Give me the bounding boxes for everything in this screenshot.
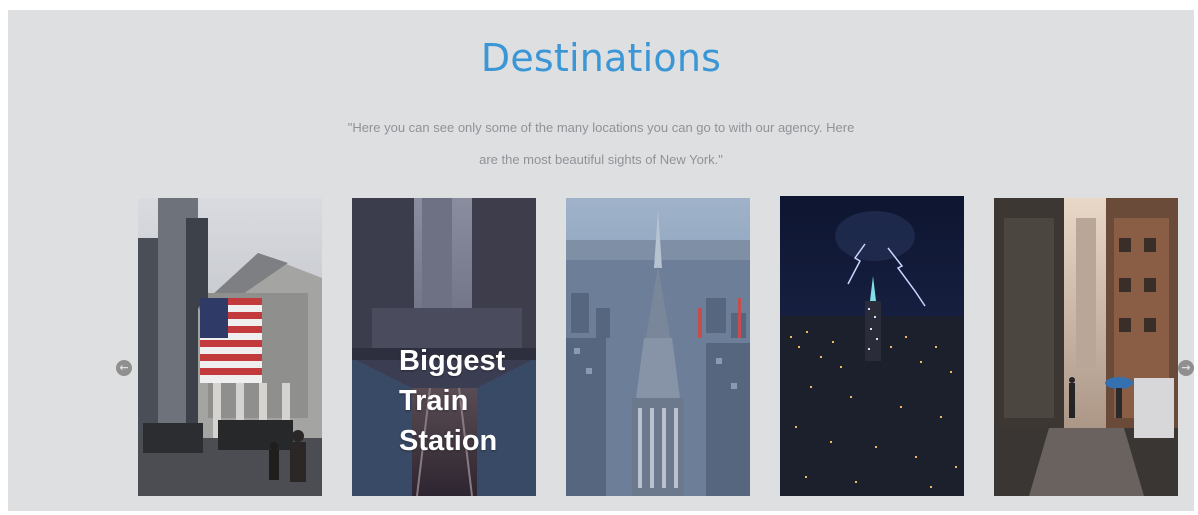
subtitle-line-2: are the most beautiful sights of New Yor… bbox=[479, 152, 723, 167]
destination-card-train-station[interactable]: Biggest Train Station bbox=[352, 198, 536, 496]
section-title: Destinations bbox=[480, 36, 722, 80]
section-subtitle: "Here you can see only some of the many … bbox=[8, 112, 1194, 176]
rainy-street-photo bbox=[994, 198, 1178, 496]
destination-card-empire-state-night[interactable] bbox=[780, 196, 964, 496]
destination-card-stock-exchange[interactable] bbox=[138, 198, 322, 496]
destination-card-chrysler-building[interactable] bbox=[566, 198, 750, 496]
carousel-prev-button[interactable]: ← bbox=[116, 360, 132, 376]
empire-state-lightning-photo bbox=[780, 196, 964, 496]
carousel-next-button[interactable]: → bbox=[1178, 360, 1194, 376]
subtitle-line-1: "Here you can see only some of the many … bbox=[347, 120, 855, 135]
destination-card-rainy-street[interactable] bbox=[994, 198, 1178, 496]
new-york-stock-exchange-photo bbox=[138, 198, 322, 496]
arrow-left-circle-icon: ← bbox=[119, 361, 129, 374]
arrow-right-circle-icon: → bbox=[1181, 361, 1191, 374]
card-caption: Biggest Train Station bbox=[399, 345, 506, 457]
chrysler-building-photo bbox=[566, 198, 750, 496]
